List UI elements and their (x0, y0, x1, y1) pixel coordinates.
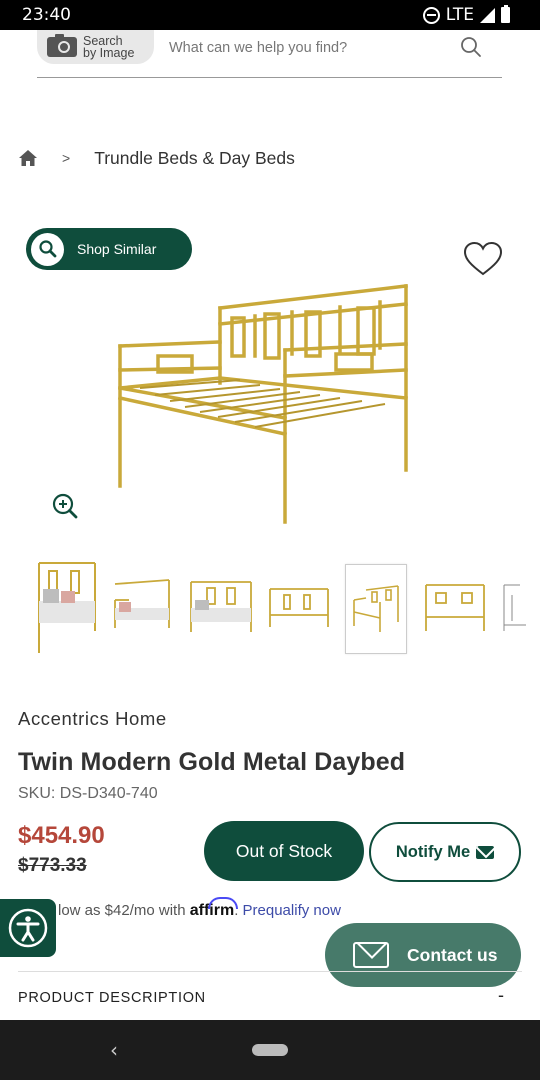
home-icon[interactable] (18, 148, 38, 168)
status-icons: LTE (422, 5, 510, 25)
back-icon[interactable]: ‹ (110, 1038, 118, 1062)
status-time: 23:40 (22, 5, 71, 25)
thumbnail-3[interactable] (186, 560, 256, 656)
out-of-stock-button[interactable]: Out of Stock (204, 821, 364, 881)
breadcrumb: > Trundle Beds & Day Beds (18, 145, 295, 171)
accessibility-button[interactable] (0, 899, 56, 957)
search-bar: Search by Image (37, 30, 502, 78)
search-by-image-label: Search by Image (83, 34, 135, 60)
signal-icon (480, 7, 495, 23)
notify-me-label: Notify Me (395, 842, 471, 861)
breadcrumb-separator: > (62, 150, 71, 166)
do-not-disturb-icon (422, 6, 440, 24)
thumbnail-5-selected[interactable] (345, 564, 407, 654)
search-icon[interactable] (460, 36, 482, 58)
product-main-image[interactable] (100, 278, 420, 528)
mail-icon (353, 942, 389, 968)
affirm-financing: low as $42/mo with affirm . Prequalify n… (58, 897, 341, 920)
product-sku: SKU: DS-D340-740 (18, 785, 158, 802)
search-by-image-button[interactable]: Search by Image (37, 30, 154, 64)
shop-similar-search-icon (31, 232, 64, 266)
status-bar: 23:40 LTE (0, 0, 540, 30)
heart-icon[interactable] (463, 241, 503, 277)
camera-icon (47, 34, 77, 57)
thumbnail-2[interactable] (108, 560, 178, 656)
notify-me-button[interactable]: Notify Me (369, 822, 521, 882)
contact-us-label: Contact us (407, 944, 498, 965)
divider (18, 971, 522, 972)
shop-similar-label: Shop Similar (77, 241, 157, 257)
shop-similar-button[interactable]: Shop Similar (26, 228, 192, 270)
original-price: $773.33 (18, 855, 87, 876)
prequalify-link[interactable]: Prequalify now (243, 902, 341, 919)
thumbnail-strip (30, 560, 540, 656)
product-title: Twin Modern Gold Metal Daybed (18, 748, 406, 776)
affirm-text: low as $42/mo with (58, 902, 190, 919)
android-nav-bar: ‹ (0, 1020, 540, 1080)
battery-icon (501, 5, 510, 23)
network-type: LTE (445, 5, 474, 25)
thumbnail-1[interactable] (30, 560, 100, 656)
affirm-logo: affirm (189, 897, 239, 919)
product-brand[interactable]: Accentrics Home (18, 708, 167, 730)
breadcrumb-category-link[interactable]: Trundle Beds & Day Beds (94, 148, 295, 169)
thumbnail-6[interactable] (420, 560, 490, 656)
search-input[interactable] (169, 38, 439, 58)
product-description-header[interactable]: PRODUCT DESCRIPTION (18, 990, 206, 1006)
home-pill-icon[interactable] (252, 1044, 288, 1056)
contact-us-button[interactable]: Contact us (325, 923, 521, 987)
collapse-toggle[interactable]: - (498, 985, 504, 1006)
accessibility-icon (8, 908, 48, 948)
thumbnail-7[interactable] (496, 560, 540, 656)
thumbnail-4[interactable] (264, 560, 334, 656)
zoom-in-icon[interactable] (51, 492, 79, 520)
envelope-icon (476, 845, 495, 859)
sale-price: $454.90 (18, 822, 105, 849)
